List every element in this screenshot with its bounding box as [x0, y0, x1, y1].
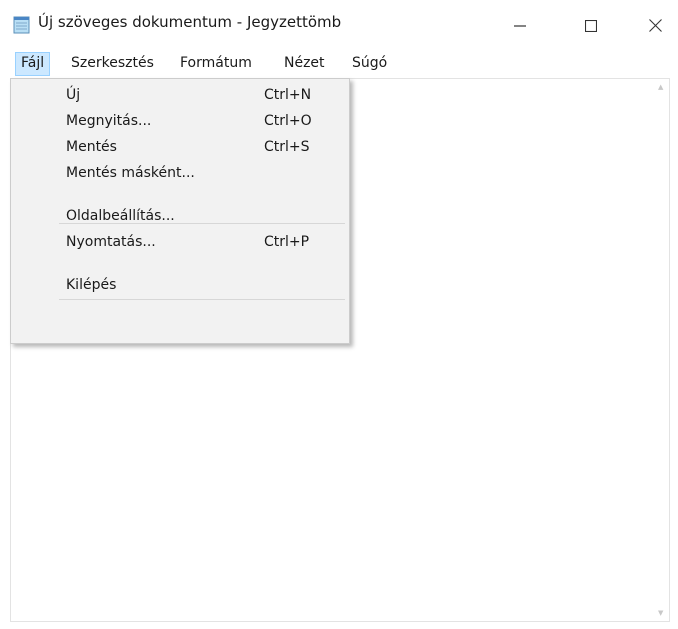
- maximize-icon: [584, 17, 598, 36]
- menu-item-shortcut: Ctrl+P: [264, 234, 310, 250]
- menu-format[interactable]: Formátum: [175, 52, 257, 76]
- menu-item-label: Megnyitás...: [66, 113, 152, 129]
- menu-item-label: Oldalbeállítás...: [66, 208, 175, 224]
- scroll-down-icon[interactable]: ▼: [658, 609, 663, 617]
- file-menu-dropdown: Új Ctrl+N Megnyitás... Ctrl+O Mentés Ctr…: [10, 78, 350, 344]
- menu-item-save-as[interactable]: Mentés másként...: [11, 162, 349, 188]
- notepad-window: Új szöveges dokumentum - Jegyzettömb Fáj…: [0, 0, 678, 629]
- menu-item-label: Kilépés: [66, 277, 117, 293]
- menu-item-save[interactable]: Mentés Ctrl+S: [11, 136, 349, 162]
- menu-item-page-setup[interactable]: Oldalbeállítás...: [11, 205, 349, 231]
- menu-item-label: Nyomtatás...: [66, 234, 156, 250]
- maximize-button[interactable]: [568, 0, 614, 52]
- menu-bar: Fájl Szerkesztés Formátum Nézet Súgó: [0, 52, 678, 76]
- close-button[interactable]: [632, 0, 678, 52]
- menu-item-label: Mentés másként...: [66, 165, 195, 181]
- menu-file[interactable]: Fájl: [15, 52, 51, 76]
- window-title: Új szöveges dokumentum - Jegyzettömb: [38, 13, 342, 31]
- menu-item-open[interactable]: Megnyitás... Ctrl+O: [11, 110, 349, 136]
- menu-item-shortcut: Ctrl+N: [264, 87, 312, 103]
- close-icon: [648, 17, 662, 36]
- menu-item-new[interactable]: Új Ctrl+N: [11, 84, 349, 110]
- menu-edit[interactable]: Szerkesztés: [66, 52, 159, 76]
- title-bar[interactable]: Új szöveges dokumentum - Jegyzettömb: [0, 0, 678, 52]
- menu-item-label: Új: [66, 87, 81, 103]
- minimize-button[interactable]: [497, 0, 543, 52]
- scroll-up-icon[interactable]: ▲: [658, 83, 663, 91]
- menu-item-exit[interactable]: Kilépés: [11, 274, 349, 300]
- notepad-icon: [12, 15, 32, 35]
- menu-item-print[interactable]: Nyomtatás... Ctrl+P: [11, 231, 349, 257]
- minimize-icon: [514, 17, 526, 36]
- menu-item-label: Mentés: [66, 139, 117, 155]
- menu-help[interactable]: Súgó: [347, 52, 392, 76]
- menu-item-shortcut: Ctrl+S: [264, 139, 310, 155]
- vertical-scrollbar[interactable]: ▲ ▼: [655, 79, 669, 621]
- menu-view[interactable]: Nézet: [279, 52, 330, 76]
- menu-item-shortcut: Ctrl+O: [264, 113, 312, 129]
